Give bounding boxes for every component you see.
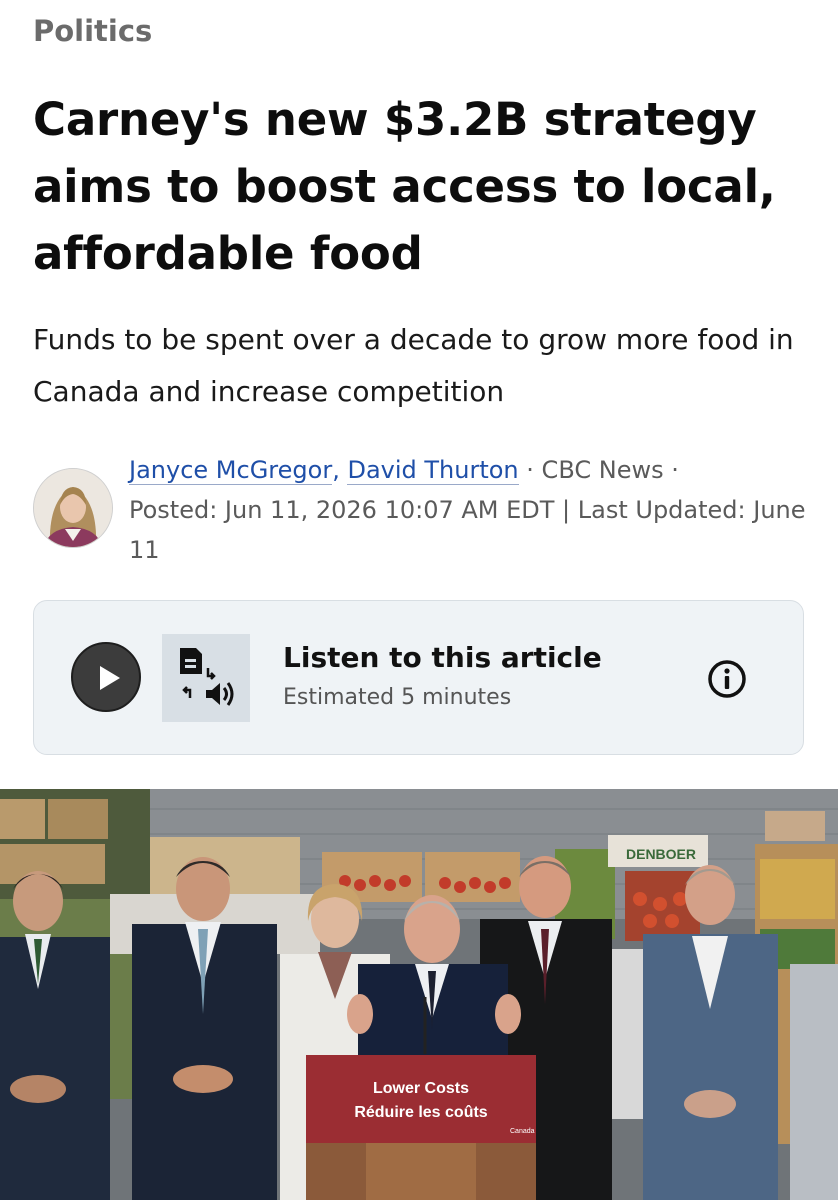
listen-title: Listen to this article (283, 641, 602, 674)
author-avatar[interactable] (33, 468, 113, 548)
podium-mark: Canada (510, 1128, 535, 1135)
play-button[interactable] (71, 642, 141, 712)
listen-to-article-card[interactable]: Listen to this article Estimated 5 minut… (33, 600, 804, 755)
article-hero-photo: DENBOER Lower Costs Réduire les coûts Ca… (0, 789, 838, 1200)
info-button[interactable] (707, 659, 747, 699)
author-separator: , (332, 456, 340, 484)
author-link-2[interactable]: David Thurton (347, 456, 519, 485)
outlet-name: · CBC News · (526, 456, 679, 484)
section-label[interactable]: Politics (33, 14, 152, 48)
info-icon (708, 660, 746, 698)
subheadline: Funds to be spent over a decade to grow … (33, 323, 794, 408)
podium-sign (306, 1055, 536, 1143)
text-to-speech-icon (162, 634, 250, 722)
byline: Janyce McGregor, David Thurton · CBC New… (33, 446, 823, 576)
podium-line-2: Réduire les coûts (354, 1104, 487, 1121)
listen-estimate: Estimated 5 minutes (283, 685, 512, 710)
headline: Carney's new $3.2B strategy aims to boos… (33, 93, 776, 280)
post-timestamp: Posted: Jun 11, 2026 10:07 AM EDT | Last… (129, 496, 806, 564)
play-icon (100, 666, 120, 690)
author-link-1[interactable]: Janyce McGregor (129, 456, 333, 485)
crate-label: DENBOER (626, 846, 696, 862)
podium-line-1: Lower Costs (373, 1080, 469, 1097)
